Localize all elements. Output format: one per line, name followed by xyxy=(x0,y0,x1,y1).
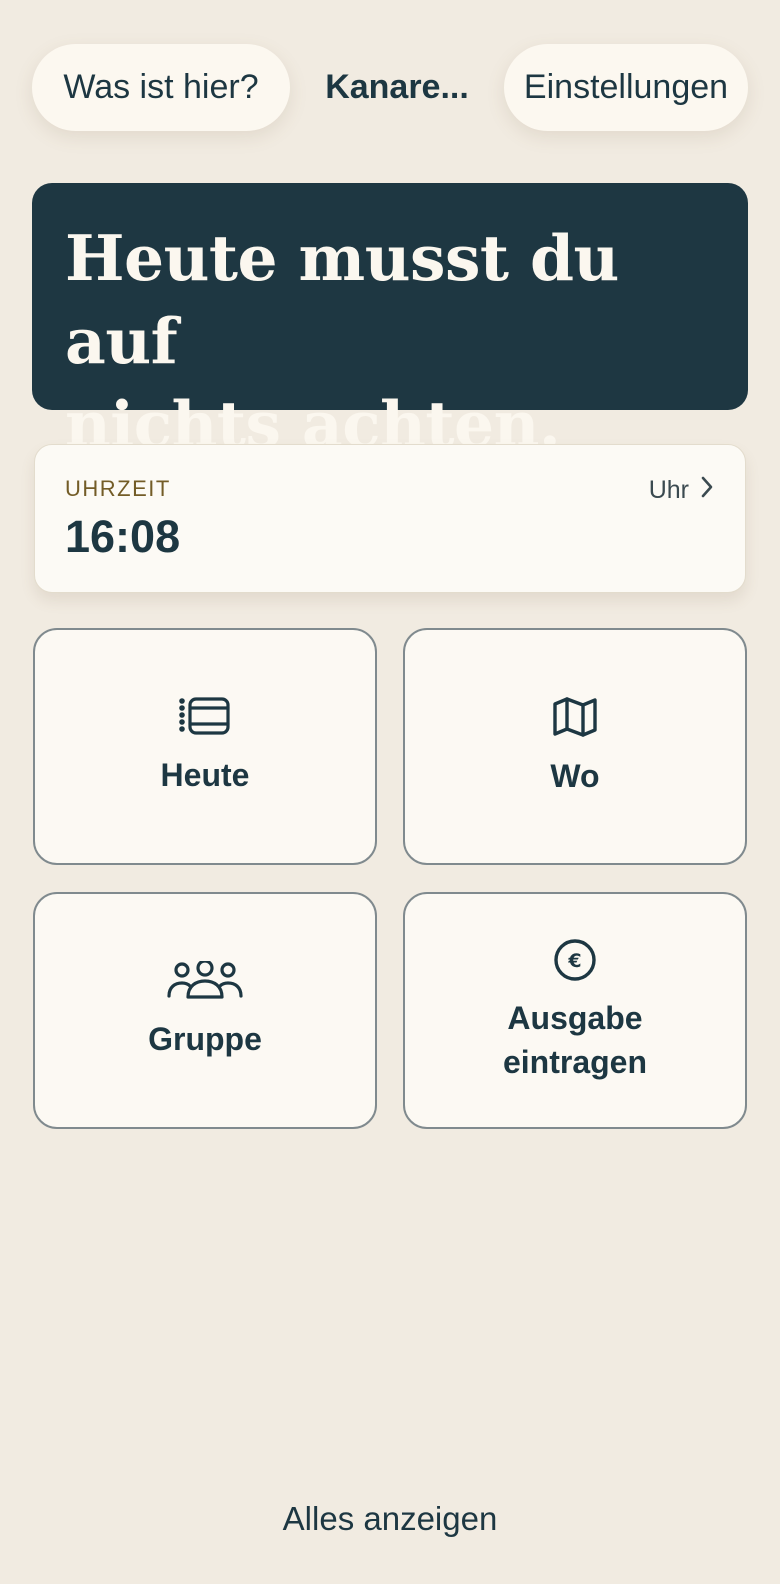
time-label: UHRZEIT xyxy=(65,476,171,501)
show-all-link[interactable]: Alles anzeigen xyxy=(0,1500,780,1538)
group-tile-label: Gruppe xyxy=(148,1020,262,1057)
svg-text:€: € xyxy=(567,950,581,972)
settings-button[interactable]: Einstellungen xyxy=(504,44,748,131)
status-message: Heute musst du auf nichts achten. xyxy=(65,221,619,461)
clock-link[interactable]: Uhr xyxy=(649,475,715,506)
clock-link-label: Uhr xyxy=(648,476,689,504)
group-icon xyxy=(166,960,244,1001)
where-tile[interactable]: Wo xyxy=(403,628,747,865)
time-card[interactable]: UHRZEIT 16:08 Uhr xyxy=(34,444,746,593)
where-tile-label: Wo xyxy=(550,757,600,794)
add-expense-tile[interactable]: € Ausgabe eintragen xyxy=(403,892,747,1129)
help-button[interactable]: Was ist hier? xyxy=(32,44,290,131)
list-schedule-icon xyxy=(179,696,231,737)
group-tile[interactable]: Gruppe xyxy=(33,892,377,1129)
map-icon xyxy=(552,696,598,738)
trip-title[interactable]: Kanare... xyxy=(292,44,502,131)
euro-coin-icon: € xyxy=(553,938,597,982)
add-expense-tile-label: Ausgabe eintragen xyxy=(502,999,648,1080)
today-tile-label: Heute xyxy=(160,756,250,793)
chevron-right-icon xyxy=(699,475,715,506)
status-banner: Heute musst du auf nichts achten. xyxy=(32,183,748,461)
current-time: 16:08 xyxy=(65,511,181,562)
today-tile[interactable]: Heute xyxy=(33,628,377,865)
